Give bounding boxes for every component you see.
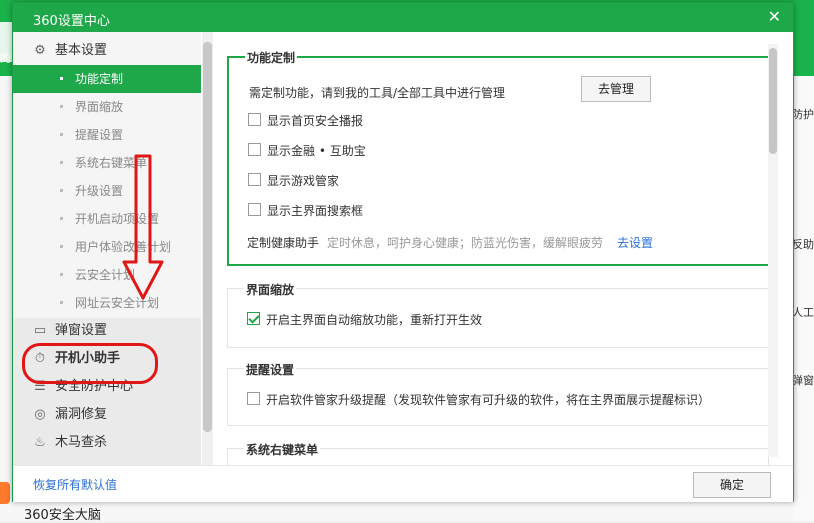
zoom-section: 界面缩放 开启主界面自动缩放功能，重新打开生效 bbox=[227, 281, 769, 348]
sidebar-scrollbar-thumb[interactable] bbox=[203, 42, 212, 432]
sidebar-group-vuln-fix[interactable]: ◎ 漏洞修复 bbox=[13, 402, 201, 428]
sidebar-item-label: 提醒设置 bbox=[75, 128, 124, 142]
health-assistant-label: 定制健康助手 bbox=[247, 236, 320, 250]
bullet bbox=[60, 105, 63, 108]
content-scrollbar[interactable] bbox=[768, 44, 778, 457]
sidebar-item-reminder[interactable]: 提醒设置 bbox=[13, 121, 201, 149]
close-icon[interactable]: ✕ bbox=[768, 7, 781, 26]
checkbox-auto-zoom[interactable] bbox=[247, 312, 260, 325]
option-label: 开启主界面自动缩放功能，重新打开生效 bbox=[266, 313, 483, 327]
background-bottom-text: 360安全大脑 bbox=[24, 508, 101, 523]
settings-dialog: 360设置中心 ✕ ⚙ 基本设置 功能定制 界面缩放 提醒设置 系统右键菜单 升… bbox=[12, 2, 794, 502]
option-label: 显示金融 • 互助宝 bbox=[267, 144, 366, 158]
checkbox-upgrade-reminder[interactable] bbox=[247, 392, 260, 405]
checkbox-show-security-broadcast[interactable] bbox=[248, 113, 261, 126]
gear-icon: ⚙ bbox=[34, 43, 46, 58]
sidebar-item-url-cloud-security[interactable]: 网址云安全计划 bbox=[13, 289, 201, 317]
health-assistant-desc: 定时休息，呵护身心健康；防蓝光伤害，缓解眼疲劳 bbox=[327, 236, 604, 250]
sidebar-item-label: 开机启动项设置 bbox=[75, 212, 160, 226]
option-label: 显示游戏管家 bbox=[267, 174, 340, 188]
section-title: 功能定制 bbox=[245, 49, 298, 66]
content-scrollbar-thumb[interactable] bbox=[769, 48, 777, 154]
window-icon: ▭ bbox=[33, 323, 47, 338]
sidebar-item-label: 界面缩放 bbox=[75, 100, 124, 114]
sidebar-scrollbar[interactable] bbox=[202, 32, 213, 465]
context-menu-section: 系统右键菜单 bbox=[227, 441, 769, 465]
bullet bbox=[60, 245, 63, 248]
manage-button[interactable]: 去管理 bbox=[581, 76, 651, 102]
sidebar-item-startup[interactable]: 开机启动项设置 bbox=[13, 205, 201, 233]
title-bar: 360设置中心 ✕ bbox=[13, 3, 793, 32]
background-orange-tab bbox=[0, 482, 10, 504]
sidebar-group-label: 木马查杀 bbox=[55, 435, 108, 450]
sidebar-item-cloud-security[interactable]: 云安全计划 bbox=[13, 261, 201, 289]
sidebar-group-label: 弹窗设置 bbox=[55, 323, 108, 338]
sidebar-item-feature-custom[interactable]: 功能定制 bbox=[13, 65, 201, 93]
bullet bbox=[60, 301, 63, 304]
dialog-footer: 恢复所有默认值 确定 bbox=[13, 465, 793, 502]
red-highlight-ellipse bbox=[22, 343, 158, 384]
restore-defaults-link[interactable]: 恢复所有默认值 bbox=[33, 476, 117, 493]
background-right-column bbox=[794, 76, 814, 521]
checkbox-show-search-box[interactable] bbox=[248, 203, 261, 216]
virus-icon: ♨ bbox=[34, 435, 46, 450]
sidebar-item-context-menu[interactable]: 系统右键菜单 bbox=[13, 149, 201, 177]
patch-icon: ◎ bbox=[34, 407, 46, 422]
sidebar: ⚙ 基本设置 功能定制 界面缩放 提醒设置 系统右键菜单 升级设置 开机启动项设… bbox=[13, 32, 201, 465]
background-right-item[interactable]: 防护 bbox=[792, 106, 814, 122]
sidebar-item-label: 云安全计划 bbox=[75, 268, 136, 282]
reminder-section: 提醒设置 开启软件管家升级提醒（发现软件管家有可升级的软件，将在主界面展示提醒标… bbox=[227, 361, 769, 426]
bullet bbox=[60, 77, 63, 80]
background-right-item[interactable]: 人工 bbox=[792, 304, 814, 320]
feature-custom-desc: 需定制功能，请到我的工具/全部工具中进行管理 bbox=[249, 86, 506, 100]
sidebar-group-basic-settings[interactable]: ⚙ 基本设置 bbox=[13, 38, 201, 64]
bullet bbox=[60, 133, 63, 136]
option-label: 显示首页安全播报 bbox=[267, 114, 364, 128]
section-title: 界面缩放 bbox=[244, 281, 297, 298]
sidebar-item-ux-plan[interactable]: 用户体验改善计划 bbox=[13, 233, 201, 261]
sidebar-item-upgrade[interactable]: 升级设置 bbox=[13, 177, 201, 205]
checkbox-show-finance[interactable] bbox=[248, 143, 261, 156]
sidebar-item-zoom[interactable]: 界面缩放 bbox=[13, 93, 201, 121]
sidebar-item-label: 用户体验改善计划 bbox=[75, 240, 172, 254]
background-right-item[interactable]: 弹窗 bbox=[792, 372, 814, 388]
sidebar-group-label: 漏洞修复 bbox=[55, 407, 108, 422]
sidebar-group-popup-settings[interactable]: ▭ 弹窗设置 bbox=[13, 318, 201, 344]
feature-custom-section: 功能定制 需定制功能，请到我的工具/全部工具中进行管理 去管理 显示首页安全播报… bbox=[227, 49, 771, 266]
sidebar-group-label: 基本设置 bbox=[55, 43, 108, 58]
settings-content: 功能定制 需定制功能，请到我的工具/全部工具中进行管理 去管理 显示首页安全播报… bbox=[213, 32, 793, 465]
sidebar-item-label: 网址云安全计划 bbox=[75, 296, 160, 310]
option-label: 显示主界面搜索框 bbox=[267, 204, 364, 218]
bullet bbox=[60, 273, 63, 276]
checkbox-show-game-manager[interactable] bbox=[248, 173, 261, 186]
health-settings-link[interactable]: 去设置 bbox=[617, 234, 653, 251]
sidebar-group-trojan-scan[interactable]: ♨ 木马查杀 bbox=[13, 430, 201, 456]
option-label: 开启软件管家升级提醒（发现软件管家有可升级的软件，将在主界面展示提醒标识） bbox=[266, 393, 711, 407]
background-right-item[interactable]: 反助 bbox=[792, 236, 814, 252]
sidebar-item-label: 升级设置 bbox=[75, 184, 124, 198]
section-title: 系统右键菜单 bbox=[244, 441, 321, 458]
sidebar-item-label: 系统右键菜单 bbox=[75, 156, 148, 170]
section-title: 提醒设置 bbox=[244, 361, 297, 378]
bullet bbox=[60, 189, 63, 192]
bullet bbox=[60, 217, 63, 220]
ok-button[interactable]: 确定 bbox=[693, 472, 771, 498]
sidebar-item-label: 功能定制 bbox=[75, 72, 124, 86]
bullet bbox=[60, 161, 63, 164]
dialog-title: 360设置中心 bbox=[33, 14, 110, 29]
